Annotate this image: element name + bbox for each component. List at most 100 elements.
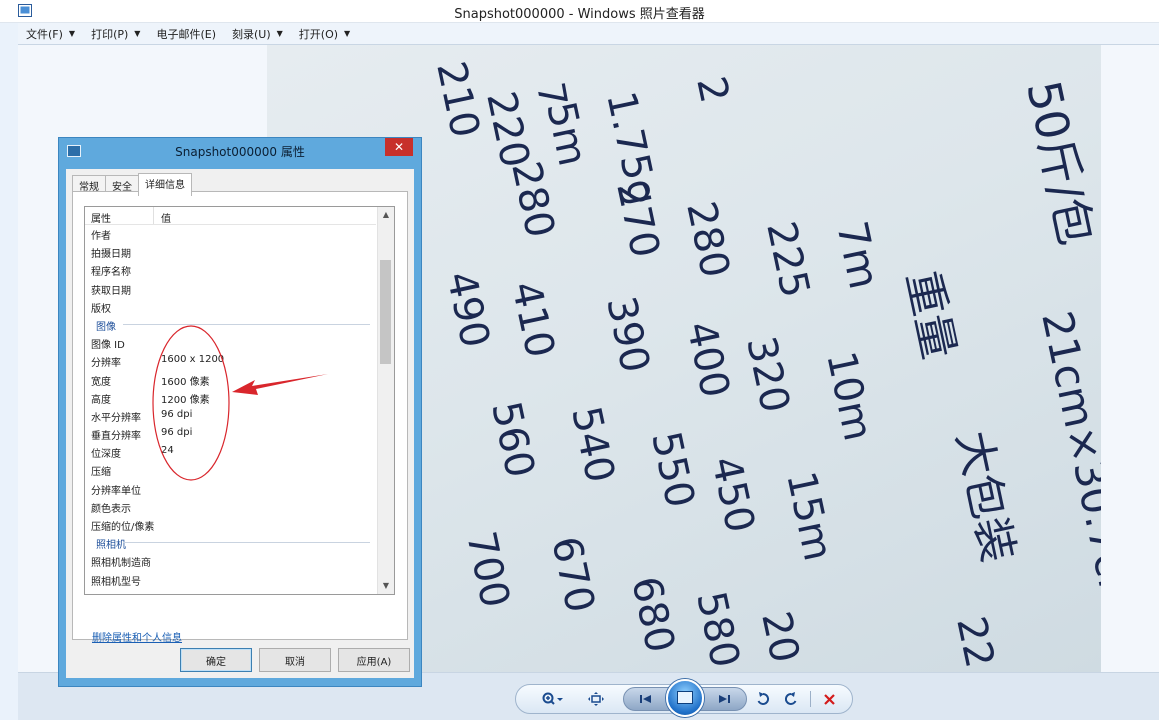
chevron-down-icon: ▼ [68,29,76,38]
photo-text: 540 [562,403,623,487]
property-value: 1600 x 1200 [161,354,225,366]
menu-open-label: 打开(O) [298,27,339,41]
table-row[interactable]: 垂直分辨率 96 dpi [85,424,376,442]
table-row[interactable]: 压缩 [85,460,376,478]
photo-text: 50斤/包 [1016,76,1101,250]
group-divider [123,542,370,544]
table-row[interactable]: 照相机制造商 [85,551,376,569]
delete-icon[interactable] [820,689,838,709]
list-scrollbar[interactable]: ▲ ▼ [377,207,394,594]
details-panel: 属性 值 作者拍摄日期 程序名称获取日期版权图像 图像 ID 分辨率 1600 x 12… [72,191,408,644]
scrollbar-thumb[interactable] [380,260,391,364]
group-header[interactable]: 照相机 [85,533,376,551]
property-name: 高度 [91,394,111,406]
rotate-left-icon[interactable] [754,689,772,709]
property-name: 压缩的位/像素 [91,522,155,533]
photo-text: 重量 [896,267,964,364]
table-row[interactable]: 颜色表示 [85,497,376,515]
photo-text: 22 [947,613,1003,672]
chevron-up-icon[interactable]: ▲ [378,207,394,223]
photo-text: 390 [597,293,658,377]
table-row[interactable]: 拍摄日期 [85,242,376,260]
property-name: 版权 [91,303,111,315]
photo-text: 320 [737,333,798,417]
photo-text: 550 [642,428,703,512]
zoom-icon[interactable] [538,689,568,709]
menu-burn[interactable]: 刻录(U) ▼ [224,24,291,43]
property-value: 24 [161,445,174,457]
property-name: 图像 [96,321,116,333]
property-name: 颜色表示 [91,503,131,515]
photo-text: 7m [827,217,889,293]
photo-text: 20 [752,608,808,667]
property-name: 分辨率单位 [91,485,141,497]
chevron-down-icon[interactable]: ▼ [378,578,394,594]
table-row[interactable]: 获取日期 [85,279,376,297]
property-rows: 作者拍摄日期 程序名称获取日期版权图像 图像 ID 分辨率 1600 x 1200 宽度 1… [85,224,376,588]
close-icon[interactable]: ✕ [385,138,413,156]
photo-text: 280 [677,198,738,282]
menu-bar: 文件(F) ▼ 打印(P) ▼ 电子邮件(E) 刻录(U) ▼ 打开(O) ▼ [18,23,1159,45]
photo-text: 580 [687,588,748,672]
table-row[interactable]: 分辨率 1600 x 1200 [85,351,376,369]
table-row[interactable]: 版权 [85,297,376,315]
dialog-titlebar[interactable]: Snapshot000000 属性 ✕ [59,138,421,162]
column-header-property[interactable]: 属性 [91,210,111,225]
fit-icon[interactable] [586,689,606,709]
dialog-tabs: 常规 安全 详细信息 [72,173,192,196]
property-name: 压缩 [91,467,111,479]
table-row[interactable]: 压缩的位/像素 [85,515,376,533]
table-row[interactable]: 作者 [85,224,376,242]
column-divider [153,207,154,224]
ok-button[interactable]: 确定 [180,648,252,672]
photo-text: 450 [702,453,763,537]
remove-properties-link[interactable]: 删除属性和个人信息 [92,629,182,644]
next-icon[interactable] [714,692,734,706]
table-row[interactable]: 程序名称 [85,260,376,278]
photo-text: 700 [457,528,518,612]
property-name: 水平分辨率 [91,412,141,424]
property-name: 垂直分辨率 [91,431,141,443]
slideshow-icon[interactable] [666,679,704,717]
group-header[interactable]: 图像 [85,315,376,333]
menu-file[interactable]: 文件(F) ▼ [18,24,83,43]
table-row[interactable]: 分辨率单位 [85,479,376,497]
tab-details[interactable]: 详细信息 [138,173,192,196]
chevron-down-icon: ▼ [276,29,283,38]
window-titlebar: Snapshot000000 - Windows 照片查看器 [0,0,1159,23]
previous-icon[interactable] [636,692,656,706]
table-row[interactable]: 水平分辨率 96 dpi [85,406,376,424]
toolbar-separator [810,691,811,707]
table-row[interactable]: 位深度 24 [85,442,376,460]
photo-text: 410 [502,278,563,362]
table-row[interactable]: 照相机型号 [85,570,376,588]
cancel-button[interactable]: 取消 [259,648,331,672]
group-divider [123,323,370,325]
table-row[interactable]: 图像 ID [85,333,376,351]
photo-text: 560 [482,398,543,482]
rotate-right-icon[interactable] [782,689,800,709]
property-name: 照相机制造商 [91,558,151,570]
property-value: 96 dpi [161,408,193,420]
property-name: 照相机型号 [91,576,141,588]
property-name: 拍摄日期 [91,249,131,261]
photo-text: 210 [427,58,488,142]
apply-button[interactable]: 应用(A) [338,648,410,672]
column-header-value[interactable]: 值 [161,210,171,225]
table-row[interactable]: 高度 1200 像素 [85,388,376,406]
property-name: 分辨率 [91,358,121,370]
menu-open[interactable]: 打开(O) ▼ [291,24,358,43]
menu-print[interactable]: 打印(P) ▼ [83,24,148,43]
property-name: 宽度 [91,376,111,388]
chevron-down-icon: ▼ [134,29,141,38]
table-row[interactable]: 宽度 1600 像素 [85,370,376,388]
property-value: 1600 像素 [161,376,210,388]
photo-text: 680 [622,573,683,657]
property-list[interactable]: 属性 值 作者拍摄日期 程序名称获取日期版权图像 图像 ID 分辨率 1600 x 12… [84,206,395,595]
playback-controls [515,679,853,717]
property-name: 获取日期 [91,285,131,297]
menu-email[interactable]: 电子邮件(E) [148,24,224,43]
list-header: 属性 值 [85,207,376,225]
chevron-down-icon: ▼ [344,29,351,38]
properties-dialog: Snapshot000000 属性 ✕ 常规 安全 详细信息 属性 值 作者拍摄… [58,137,422,687]
